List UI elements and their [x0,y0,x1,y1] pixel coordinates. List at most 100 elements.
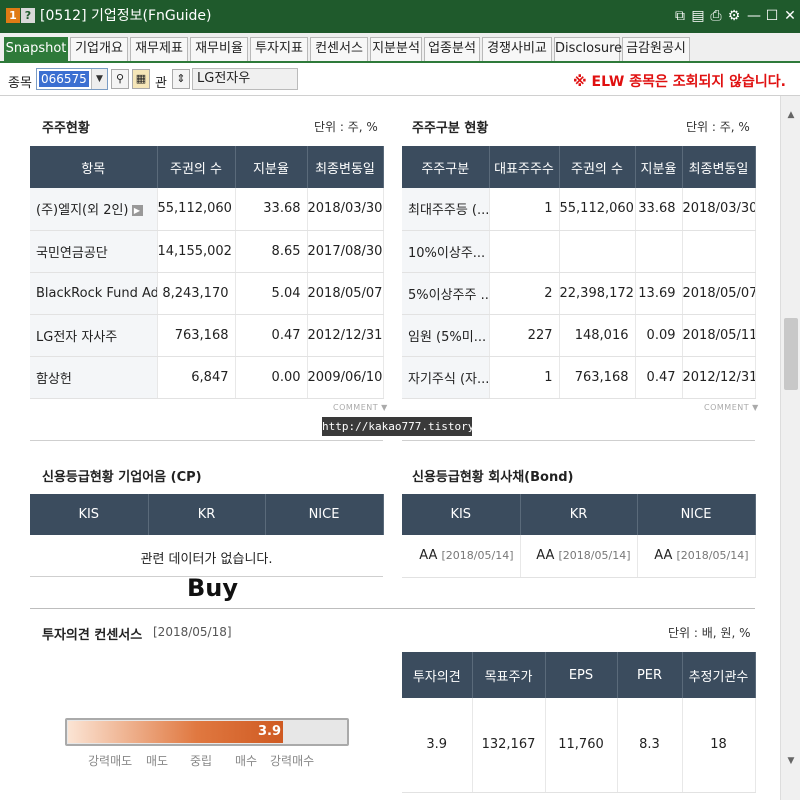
col-header: NICE [265,494,384,535]
rating-date: [2018/05/14] [676,549,749,563]
shareholders-unit: 단위 : 주, % [314,120,378,134]
holder-name[interactable]: (주)엘지(외 2인) [36,203,129,218]
table-cell: 55,112,060 [157,188,236,231]
tab-industry-analysis[interactable]: 업종분석 [424,37,480,61]
comment-toggle[interactable]: COMMENT ▼ [333,403,388,412]
table-cell: 33.68 [235,188,308,231]
tab-company-overview[interactable]: 기업개요 [70,37,128,61]
scroll-up-icon[interactable]: ▲ [785,110,797,122]
holder-name-cell[interactable]: (주)엘지(외 2인) ▶ [30,188,158,231]
shareholder-types-title: 주주구분 현황 [412,121,489,136]
tab-financial-ratios[interactable]: 재무비율 [190,37,248,61]
tab-financial-statements[interactable]: 재무제표 [130,37,188,61]
scroll-thumb[interactable] [784,318,798,390]
comment-toggle[interactable]: COMMENT ▼ [704,403,759,412]
table-cell: 2018/03/30 [307,188,384,231]
divider [402,440,755,441]
table-row: 최대주주등 (... 1 55,112,060 33.68 2018/03/30 [402,188,756,231]
title-bar: 1 ? [0512] 기업정보(FnGuide) ⧉ ▤ ⎙ ⚙ — ☐ ✕ [0,0,800,33]
chevron-down-icon[interactable]: ▼ [91,69,107,89]
col-header: 지분율 [235,146,308,188]
table-cell: 2012/12/31 [307,314,384,357]
maximize-button[interactable]: ☐ [764,8,780,24]
col-header: KIS [402,494,521,535]
opinion-gauge: 3.9 [65,718,349,746]
search-icon[interactable]: ⚲ [111,69,129,89]
tab-investment-indicators[interactable]: 투자지표 [250,37,308,61]
rating-grade: AA [419,548,438,564]
table-cell: 2018/05/11 [682,314,756,357]
print-icon[interactable]: ⎙ [708,8,724,24]
calendar-icon[interactable]: ▦ [132,69,150,89]
table-row: 자기주식 (자... 1 763,168 0.47 2012/12/31 [402,356,756,399]
stock-code-value[interactable]: 066575 [39,71,89,87]
stock-name-field: LG전자우 [192,68,298,90]
tab-equity-analysis[interactable]: 지분분석 [370,37,422,61]
table-row: 국민연금공단 14,155,002 8.65 2017/08/30 [30,230,384,273]
tab-consensus[interactable]: 컨센서스 [310,37,368,61]
col-header: 대표주주수 [489,146,560,188]
scale-label: 중립 [190,754,213,768]
table-cell: 132,167 [472,698,546,793]
type-name[interactable]: 임원 (5%미... [402,314,490,357]
col-header: 항목 [30,146,158,188]
watermark-url: http://kakao777.tistory.com [322,417,501,436]
rating-cell: AA [2018/05/14] [402,535,521,578]
tab-fss-disclosure[interactable]: 금감원공시 [622,37,690,61]
table-row: (주)엘지(외 2인) ▶ 55,112,060 33.68 2018/03/30 [30,188,384,231]
table-cell: 33.68 [635,188,683,231]
minimize-button[interactable]: — [746,8,762,24]
vertical-scrollbar[interactable]: ▲ ▼ [780,96,800,800]
table-cell: 8,243,170 [157,272,236,315]
tab-snapshot[interactable]: Snapshot [4,37,68,61]
col-header: NICE [637,494,756,535]
no-data-message: 관련 데이터가 없습니다. [140,552,273,567]
table-header-row: KIS KR NICE [30,494,384,535]
type-name[interactable]: 최대주주등 (... [402,188,490,231]
table-cell [489,230,560,273]
table-cell: 2018/05/07 [682,272,756,315]
window-number-badge[interactable]: 1 [6,8,20,23]
tab-competitor-comparison[interactable]: 경쟁사비교 [482,37,552,61]
memo-icon[interactable]: ▤ [690,8,706,24]
table-cell: 55,112,060 [559,188,636,231]
expand-arrow-icon[interactable]: ▶ [131,205,143,217]
close-button[interactable]: ✕ [782,8,798,24]
table-cell: 3.9 [402,698,473,793]
shareholders-table: 항목 주권의 수 지분율 최종변동일 (주)엘지(외 2인) ▶ 55,112,0… [30,146,384,399]
scale-label: 강력매도 [88,754,133,768]
rating-grade: AA [536,548,555,564]
snapshot-content: 주주현황 단위 : 주, % 항목 주권의 수 지분율 최종변동일 (주)엘지(… [0,96,780,800]
col-header: 지분율 [635,146,683,188]
holder-name: BlackRock Fund Advisors [30,272,158,315]
type-name[interactable]: 5%이상주주 ... [402,272,490,315]
watch-label[interactable]: 관 [155,72,167,91]
rating-date: [2018/05/14] [558,549,631,563]
table-cell: 5.04 [235,272,308,315]
scroll-down-icon[interactable]: ▼ [785,756,797,768]
help-badge[interactable]: ? [21,8,35,23]
link-window-icon[interactable]: ⧉ [672,8,688,24]
rating-cell: AA [2018/05/14] [520,535,638,578]
col-header: EPS [545,652,618,698]
table-cell: 763,168 [157,314,236,357]
table-row: 3.9 132,167 11,760 8.3 18 [402,698,756,793]
table-row: 10%이상주... [402,230,756,273]
table-cell: 6,847 [157,356,236,399]
holder-name: 국민연금공단 [30,230,158,273]
table-cell: 22,398,172 [559,272,636,315]
type-name[interactable]: 10%이상주... [402,230,490,273]
table-header-row: KIS KR NICE [402,494,756,535]
type-name[interactable]: 자기주식 (자... [402,356,490,399]
tab-disclosure[interactable]: Disclosure [554,37,622,61]
settings-icon[interactable]: ⚙ [726,8,742,24]
table-row: LG전자 자사주 763,168 0.47 2012/12/31 [30,314,384,357]
table-cell: 18 [682,698,756,793]
spin-updown-icon[interactable]: ⇕ [172,69,190,89]
tab-strip: Snapshot 기업개요 재무제표 재무비율 투자지표 컨센서스 지분분석 업… [0,33,800,63]
gauge-fill [68,721,283,743]
consensus-date: [2018/05/18] [153,625,232,639]
table-header-row: 주주구분 대표주주수 주권의 수 지분율 최종변동일 [402,146,756,188]
table-cell: 2017/08/30 [307,230,384,273]
stock-code-combobox[interactable]: 066575 ▼ [36,68,108,90]
